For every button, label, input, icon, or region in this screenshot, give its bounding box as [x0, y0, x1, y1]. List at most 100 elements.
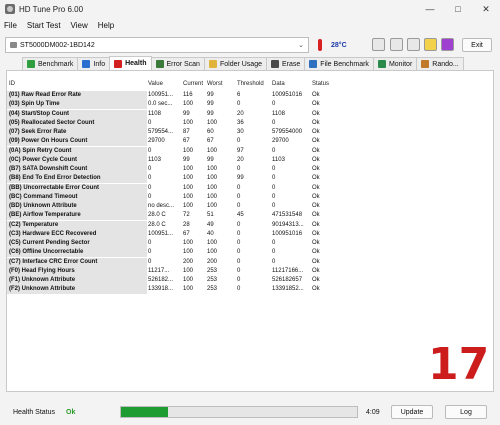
cell-value: 133918... [148, 286, 174, 293]
cell-worst: 253 [207, 286, 218, 293]
cell-value: 526182... [148, 277, 174, 283]
cell-current: 100 [183, 203, 194, 209]
cell-threshold: 45 [237, 212, 244, 219]
table-row[interactable]: (03) Spin Up Time 0.0 sec... 100 99 0 0 Ok [7, 100, 337, 110]
tab-monitor[interactable]: Monitor [372, 57, 418, 70]
table-row[interactable]: (C7) Interface CRC Error Count 0 200 200 0 0 O… [7, 257, 337, 267]
cell-worst: 51 [207, 212, 214, 219]
menu-start-test[interactable]: Start Test [27, 21, 61, 30]
log-button[interactable]: Log [445, 405, 487, 419]
cell-threshold: 0 [237, 286, 241, 293]
cell-data: 0 [272, 193, 276, 200]
tab-random-access[interactable]: Rando... [416, 57, 464, 70]
cell-data: 0 [272, 175, 276, 182]
update-button[interactable]: Update [391, 405, 433, 419]
cell-value: 0 [148, 184, 152, 191]
progress-bar [120, 406, 358, 418]
table-row[interactable]: (BE) Airflow Temperature 28.0 C 72 51 45 4715… [7, 211, 337, 221]
cell-worst: 253 [207, 267, 218, 274]
menu-bar: File Start Test View Help [0, 18, 500, 32]
minimize-icon[interactable]: — [416, 0, 444, 18]
table-row[interactable]: (B8) End To End Error Detection 0 100 100 99… [7, 174, 337, 184]
cell-data: 0 [272, 203, 276, 209]
table-row[interactable]: (09) Power On Hours Count 29700 67 67 0 29700… [7, 137, 337, 147]
cell-worst: 99 [207, 110, 214, 117]
cell-status: Ok [312, 249, 320, 256]
menu-view[interactable]: View [71, 21, 88, 30]
tab-health[interactable]: Health [109, 56, 152, 70]
file-benchmark-icon [309, 60, 318, 68]
menu-file[interactable]: File [4, 21, 17, 30]
tab-folder-usage[interactable]: Folder Usage [203, 57, 267, 70]
cell-status: Ok [312, 166, 320, 172]
cell-status: Ok [312, 286, 320, 293]
cell-id: (F1) Unknown Attribute [7, 276, 147, 285]
cell-id: (0C) Power Cycle Count [7, 155, 147, 165]
table-row[interactable]: (F1) Unknown Attribute 526182... 100 253 0 52… [7, 276, 337, 285]
tab-erase[interactable]: Erase [266, 57, 306, 70]
table-row[interactable]: (B7) SATA Downshift Count 0 100 100 0 0 Ok [7, 165, 337, 174]
cell-current: 100 [183, 193, 194, 200]
copy-screenshot-icon[interactable] [390, 38, 403, 51]
cell-current: 100 [183, 184, 194, 191]
maximize-icon[interactable]: □ [444, 0, 472, 18]
column-header-data[interactable]: Data [272, 81, 285, 87]
cell-current: 100 [183, 101, 194, 108]
table-row[interactable]: (07) Seek Error Rate 579554... 87 60 30 57955… [7, 128, 337, 137]
table-row[interactable]: (BB) Uncorrectable Error Count 0 100 100 0 0 O… [7, 183, 337, 193]
close-icon[interactable]: ✕ [472, 0, 500, 18]
column-header-id[interactable]: ID [9, 81, 15, 87]
table-row[interactable]: (F0) Head Flying Hours 11217... 100 253 0 112… [7, 266, 337, 276]
table-row[interactable]: (C2) Temperature 28.0 C 28 49 0 90194313... Ok [7, 220, 337, 230]
table-row[interactable]: (C5) Current Pending Sector 0 100 100 0 0 Ok [7, 239, 337, 248]
cell-worst: 99 [207, 101, 214, 108]
table-row[interactable]: (05) Reallocated Sector Count 0 100 100 36 0 O… [7, 118, 337, 128]
column-header-worst[interactable]: Worst [207, 81, 223, 87]
table-row[interactable]: (F2) Unknown Attribute 133918... 100 253 0 13… [7, 285, 337, 295]
random-access-icon [421, 60, 430, 68]
tab-label: Info [93, 60, 106, 68]
cell-id: (C2) Temperature [7, 220, 147, 230]
table-row[interactable]: (01) Raw Read Error Rate 100951... 116 99 6 1… [7, 91, 337, 100]
table-row[interactable]: (C6) Offline Uncorrectable 0 100 100 0 0 Ok [7, 248, 337, 258]
table-row[interactable]: (BD) Unknown Attribute no desc... 100 100 0 0… [7, 202, 337, 211]
exit-button[interactable]: Exit [462, 38, 492, 52]
cell-id: (BE) Airflow Temperature [7, 211, 147, 221]
save-icon[interactable] [407, 38, 420, 51]
cell-threshold: 0 [237, 221, 241, 228]
tab-error-scan[interactable]: Error Scan [150, 57, 205, 70]
table-row[interactable]: (0A) Spin Retry Count 0 100 100 97 0 Ok [7, 146, 337, 156]
menu-help[interactable]: Help [98, 21, 114, 30]
column-header-status[interactable]: Status [312, 81, 329, 87]
overlay-number: 17 [428, 339, 490, 390]
tab-benchmark[interactable]: Benchmark [22, 57, 79, 70]
column-header-threshold[interactable]: Threshold [237, 81, 264, 87]
tab-info[interactable]: Info [77, 57, 111, 70]
options-icon[interactable] [424, 38, 437, 51]
cell-worst: 60 [207, 129, 214, 135]
cell-threshold: 99 [237, 175, 244, 182]
cell-status: Ok [312, 258, 320, 265]
column-header-current[interactable]: Current [183, 81, 203, 87]
cell-worst: 99 [207, 92, 214, 98]
cell-status: Ok [312, 240, 320, 246]
tab-file-benchmark[interactable]: File Benchmark [304, 57, 374, 70]
cell-value: 29700 [148, 138, 165, 145]
download-icon[interactable] [441, 38, 454, 51]
cell-data: 0 [272, 240, 276, 246]
table-row[interactable]: (C3) Hardware ECC Recovered 100951... 67 40… [7, 229, 337, 239]
cell-status: Ok [312, 92, 320, 98]
cell-current: 28 [183, 221, 190, 228]
cell-current: 67 [183, 138, 190, 145]
column-header-value[interactable]: Value [148, 81, 163, 87]
copy-text-icon[interactable] [372, 38, 385, 51]
cell-current: 99 [183, 156, 190, 163]
cell-threshold: 0 [237, 277, 241, 283]
table-row[interactable]: (0C) Power Cycle Count 1103 99 99 20 1103 Ok [7, 155, 337, 165]
table-row[interactable]: (BC) Command Timeout 0 100 100 0 0 Ok [7, 192, 337, 202]
drive-select[interactable]: ST5000DM002-1BD142 ⌄ [5, 37, 309, 53]
cell-value: 0 [148, 240, 152, 246]
cell-current: 87 [183, 129, 190, 135]
cell-threshold: 0 [237, 258, 241, 265]
table-row[interactable]: (04) Start/Stop Count 1108 99 99 20 1108 Ok [7, 109, 337, 119]
